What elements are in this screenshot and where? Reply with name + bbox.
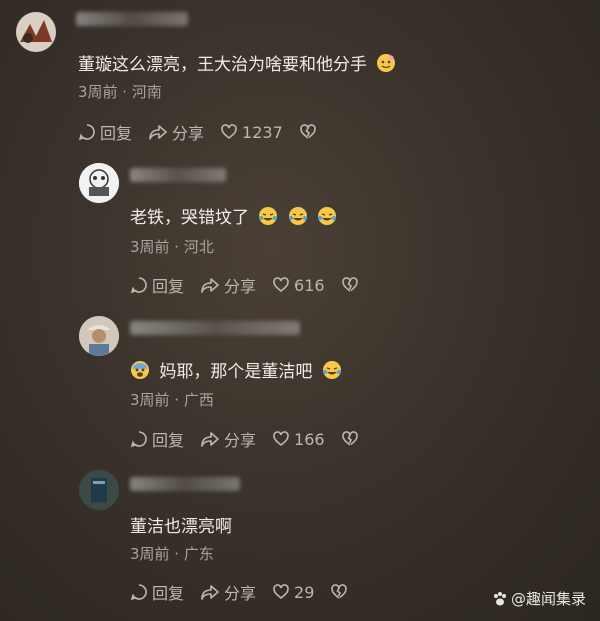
comment-text: 董璇这么漂亮，王大治为啥要和他分手 bbox=[78, 50, 396, 75]
dislike-button[interactable] bbox=[299, 123, 321, 141]
reply-button[interactable]: 回复 bbox=[78, 120, 132, 144]
comment-actions: 回复 分享 29 bbox=[130, 580, 368, 604]
heart-icon bbox=[273, 584, 289, 600]
comment-actions: 回复 分享 166 bbox=[130, 427, 379, 451]
reply-icon bbox=[130, 277, 147, 294]
heart-icon bbox=[273, 431, 289, 447]
like-count: 1237 bbox=[242, 122, 283, 142]
comment-actions: 回复 分享 616 bbox=[130, 273, 379, 297]
broken-heart-icon bbox=[341, 277, 358, 292]
like-button[interactable]: 1237 bbox=[220, 123, 283, 142]
avatar[interactable] bbox=[16, 12, 56, 52]
reply-button[interactable]: 回复 bbox=[130, 273, 184, 297]
share-icon bbox=[201, 432, 219, 447]
heart-icon bbox=[221, 124, 237, 140]
heart-icon bbox=[273, 277, 289, 293]
username[interactable] bbox=[130, 477, 240, 491]
comment-text: 妈耶，那个是董洁吧 bbox=[130, 357, 342, 382]
share-icon bbox=[201, 585, 219, 600]
scream-emoji-icon bbox=[131, 361, 149, 379]
avatar[interactable] bbox=[79, 316, 119, 356]
comment-text-content: 董璇这么漂亮，王大治为啥要和他分手 bbox=[78, 55, 367, 75]
dislike-button[interactable] bbox=[341, 430, 363, 448]
share-label: 分享 bbox=[224, 277, 257, 296]
reply-button[interactable]: 回复 bbox=[130, 580, 184, 604]
share-icon bbox=[149, 125, 167, 140]
laughing-tears-emoji-icon bbox=[318, 207, 337, 225]
comment-text: 老铁，哭错坟了 bbox=[130, 203, 337, 228]
laughing-tears-emoji-icon bbox=[288, 207, 307, 225]
broken-heart-icon bbox=[299, 124, 316, 139]
username[interactable] bbox=[130, 168, 226, 182]
like-count: 29 bbox=[294, 582, 315, 602]
reply-label: 回复 bbox=[100, 124, 133, 143]
share-icon bbox=[201, 278, 219, 293]
username[interactable] bbox=[130, 321, 300, 335]
reply-icon bbox=[130, 431, 147, 448]
like-button[interactable]: 616 bbox=[272, 276, 325, 295]
share-button[interactable]: 分享 bbox=[200, 580, 256, 604]
reply-button[interactable]: 回复 bbox=[130, 427, 184, 451]
reply-label: 回复 bbox=[152, 277, 185, 296]
share-label: 分享 bbox=[224, 584, 257, 603]
comment-text-content: 董洁也漂亮啊 bbox=[130, 517, 232, 537]
comment-text-content: 老铁，哭错坟了 bbox=[130, 208, 249, 228]
comment-meta: 3周前 · 河北 bbox=[130, 238, 214, 256]
like-button[interactable]: 29 bbox=[272, 583, 314, 602]
share-button[interactable]: 分享 bbox=[200, 427, 256, 451]
share-label: 分享 bbox=[224, 431, 257, 450]
share-button[interactable]: 分享 bbox=[200, 273, 256, 297]
watermark: @趣闻集录 bbox=[492, 588, 586, 609]
hot-face-emoji-icon bbox=[377, 54, 396, 72]
broken-heart-icon bbox=[341, 431, 358, 446]
comment-text-content: 妈耶，那个是董洁吧 bbox=[159, 362, 313, 382]
avatar[interactable] bbox=[79, 470, 119, 510]
comment-actions: 回复 分享 1237 bbox=[78, 120, 337, 144]
comment-text: 董洁也漂亮啊 bbox=[130, 512, 232, 537]
dislike-button[interactable] bbox=[341, 276, 363, 294]
like-button[interactable]: 166 bbox=[272, 430, 325, 449]
reply-label: 回复 bbox=[152, 584, 185, 603]
username[interactable] bbox=[76, 12, 188, 26]
comment-meta: 3周前 · 河南 bbox=[78, 83, 162, 101]
paw-logo-icon bbox=[493, 591, 506, 605]
share-label: 分享 bbox=[172, 124, 205, 143]
watermark-text: @趣闻集录 bbox=[510, 590, 586, 608]
share-button[interactable]: 分享 bbox=[148, 120, 204, 144]
laughing-tears-emoji-icon bbox=[259, 207, 278, 225]
like-count: 616 bbox=[294, 275, 325, 295]
reply-icon bbox=[130, 584, 147, 601]
reply-label: 回复 bbox=[152, 431, 185, 450]
like-count: 166 bbox=[294, 429, 325, 449]
comment-meta: 3周前 · 广西 bbox=[130, 391, 214, 409]
comment-meta: 3周前 · 广东 bbox=[130, 545, 214, 563]
reply-icon bbox=[78, 124, 95, 141]
avatar[interactable] bbox=[79, 163, 119, 203]
broken-heart-icon bbox=[331, 584, 348, 599]
laughing-tears-emoji-icon bbox=[322, 361, 341, 379]
dislike-button[interactable] bbox=[330, 583, 352, 601]
